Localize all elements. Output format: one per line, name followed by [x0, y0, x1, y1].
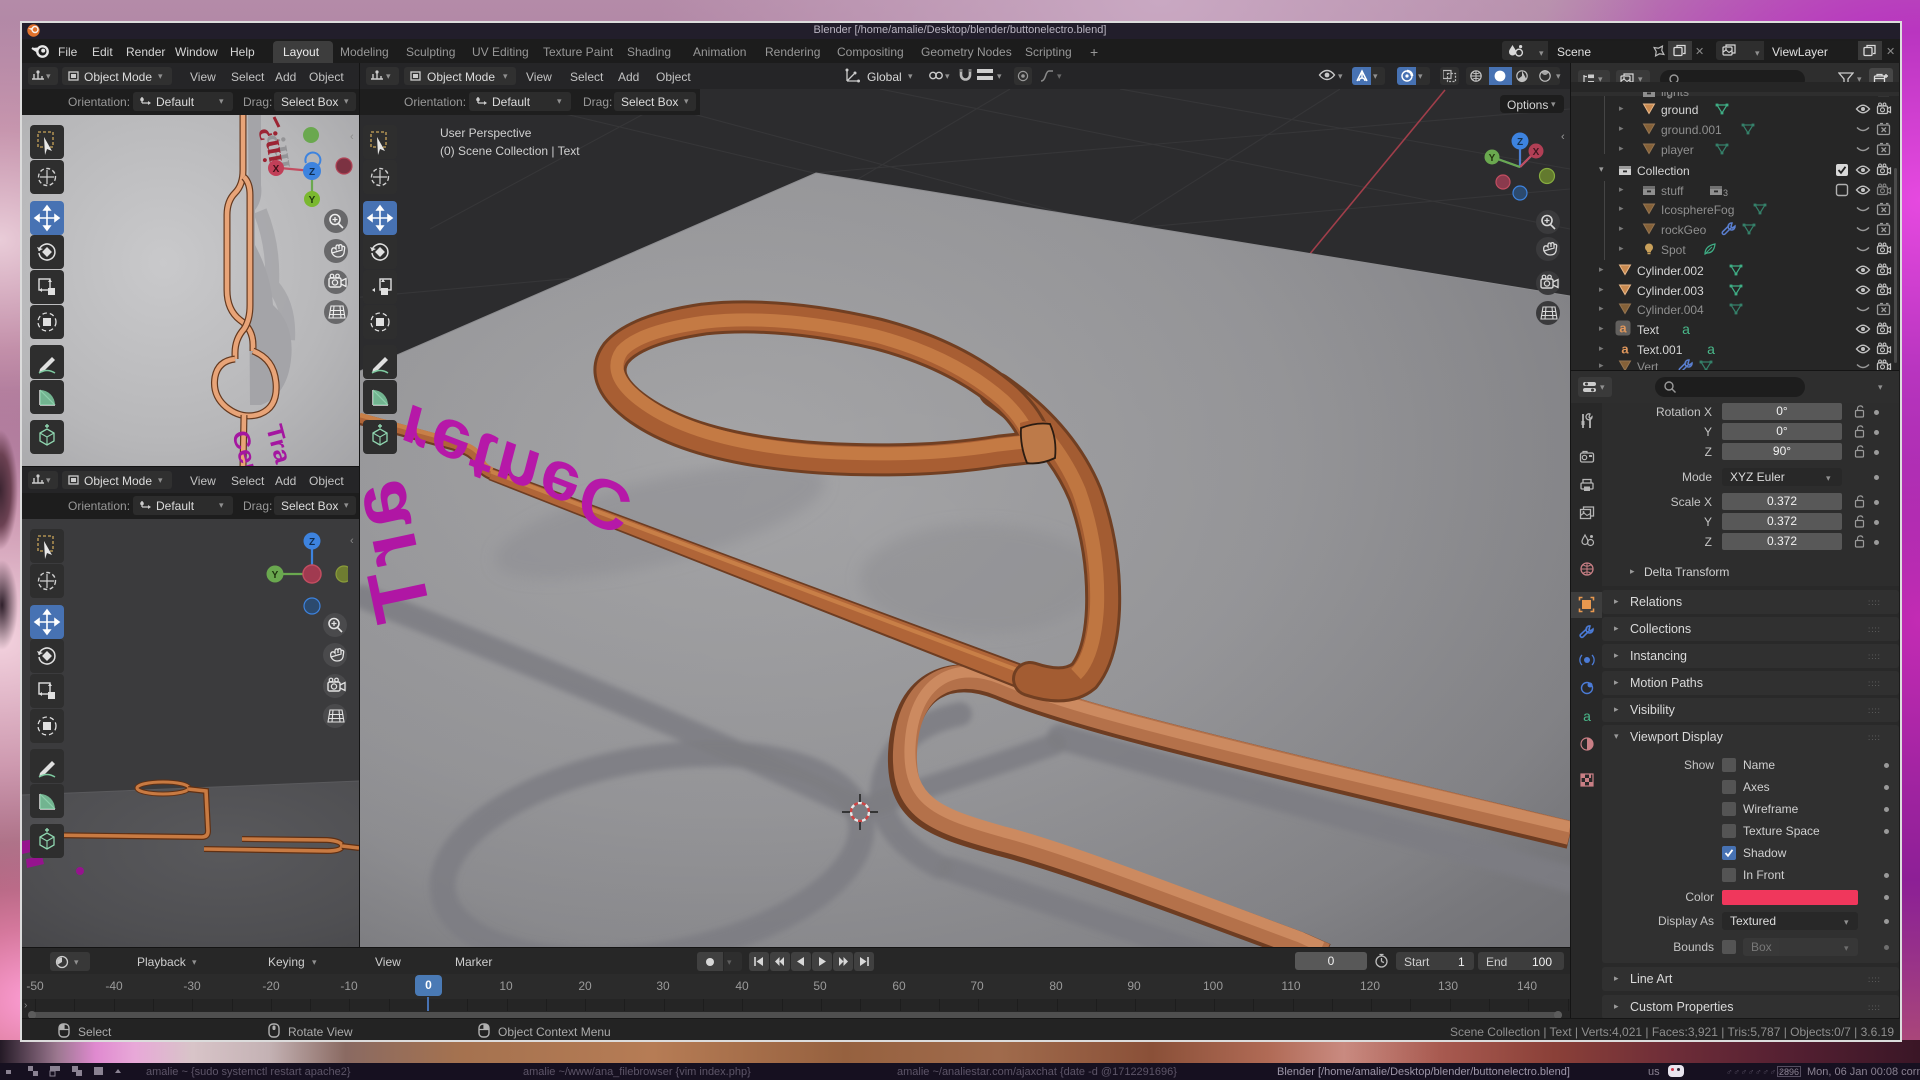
svg-text:Y: Y [1489, 153, 1496, 164]
svg-text:a: a [1619, 321, 1627, 336]
svg-text:a: a [1583, 708, 1591, 724]
svg-text:Y: Y [309, 195, 316, 206]
svg-text:Z: Z [309, 167, 315, 178]
svg-text:a: a [1707, 341, 1715, 357]
svg-text:Z: Z [1517, 137, 1523, 148]
svg-text:a: a [1621, 342, 1629, 357]
svg-text:Z: Z [309, 537, 315, 548]
svg-text:X: X [273, 164, 280, 175]
svg-text:a: a [1682, 321, 1690, 337]
svg-text:X: X [1533, 147, 1540, 158]
svg-text:Y: Y [272, 570, 279, 581]
